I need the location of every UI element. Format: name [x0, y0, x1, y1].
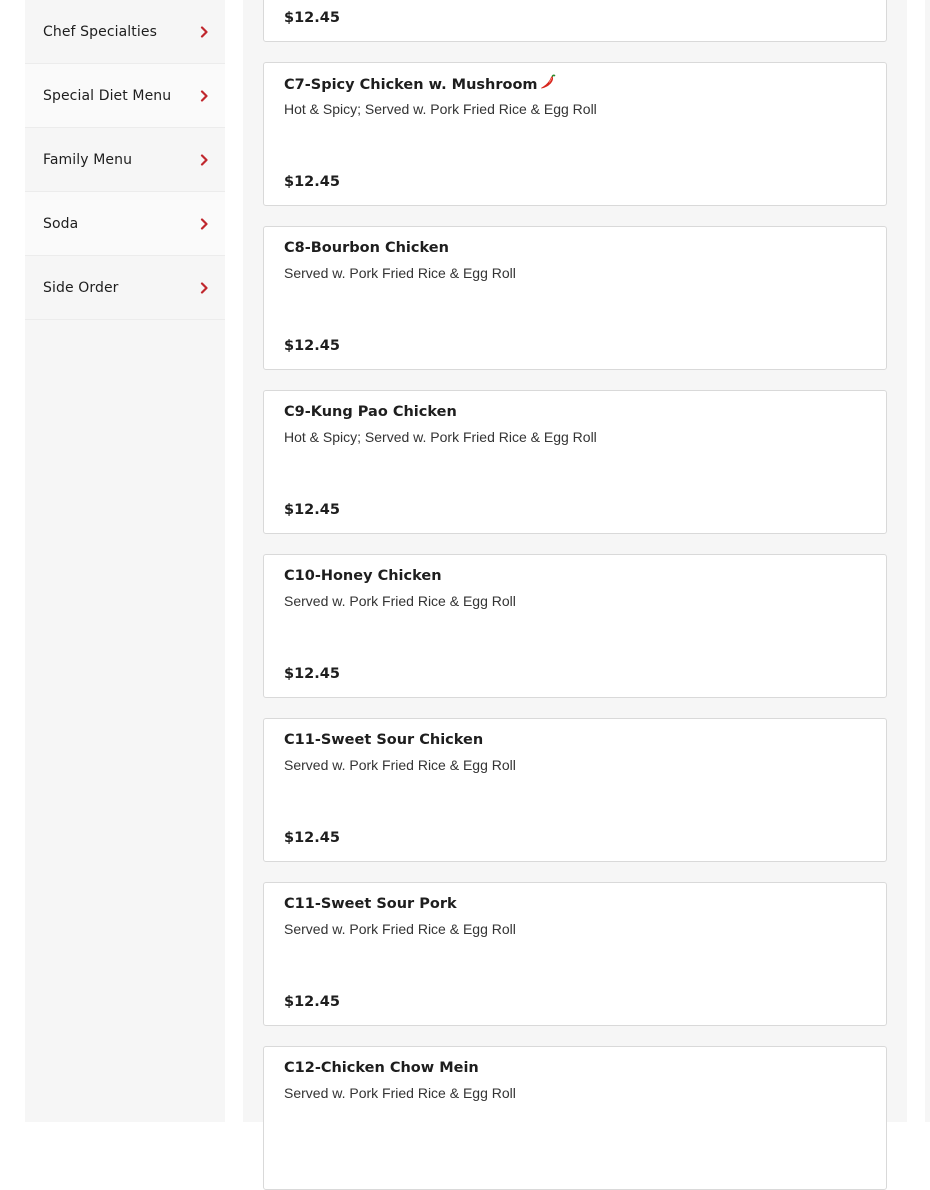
menu-item-name: C11-Sweet Sour Chicken: [284, 732, 484, 748]
menu-item-name: C8-Bourbon Chicken: [284, 240, 449, 256]
menu-item-card-partial[interactable]: $12.45: [263, 0, 887, 42]
menu-item-description: Served w. Pork Fried Rice & Egg Roll: [284, 1085, 516, 1101]
menu-item-description: Served w. Pork Fried Rice & Egg Roll: [284, 593, 516, 609]
chevron-right-icon: [197, 281, 211, 295]
menu-item-price: $12.45: [284, 994, 340, 1010]
sidebar-item-soda[interactable]: Soda: [25, 192, 225, 256]
menu-item-name: C7-Spicy Chicken w. Mushroom: [284, 77, 538, 93]
menu-item-card[interactable]: C8-Bourbon Chicken Served w. Pork Fried …: [263, 226, 887, 370]
chili-pepper-icon: [539, 73, 557, 91]
menu-item-price: $12.45: [284, 502, 340, 518]
menu-item-price: $12.45: [284, 10, 340, 26]
sidebar-item-chef-specialties[interactable]: Chef Specialties: [25, 0, 225, 64]
menu-item-card[interactable]: C11-Sweet Sour Chicken Served w. Pork Fr…: [263, 718, 887, 862]
menu-item-description: Hot & Spicy; Served w. Pork Fried Rice &…: [284, 429, 597, 445]
menu-item-price: $12.45: [284, 830, 340, 846]
menu-item-description: Served w. Pork Fried Rice & Egg Roll: [284, 921, 516, 937]
sidebar-item-family-menu[interactable]: Family Menu: [25, 128, 225, 192]
sidebar-item-label: Soda: [43, 215, 79, 232]
chevron-right-icon: [197, 89, 211, 103]
chevron-right-icon: [197, 153, 211, 167]
menu-item-name: C10-Honey Chicken: [284, 568, 442, 584]
menu-item-card[interactable]: C9-Kung Pao Chicken Hot & Spicy; Served …: [263, 390, 887, 534]
menu-item-description: Served w. Pork Fried Rice & Egg Roll: [284, 265, 516, 281]
menu-item-price: $12.45: [284, 338, 340, 354]
menu-item-name: C9-Kung Pao Chicken: [284, 404, 457, 420]
menu-item-price: $12.45: [284, 666, 340, 682]
menu-item-card[interactable]: C12-Chicken Chow Mein Served w. Pork Fri…: [263, 1046, 887, 1190]
chevron-right-icon: [197, 217, 211, 231]
menu-item-card[interactable]: C11-Sweet Sour Pork Served w. Pork Fried…: [263, 882, 887, 1026]
sidebar-item-side-order[interactable]: Side Order: [25, 256, 225, 320]
sidebar-item-special-diet-menu[interactable]: Special Diet Menu: [25, 64, 225, 128]
menu-item-card[interactable]: C7-Spicy Chicken w. Mushroom Hot & Spicy…: [263, 62, 887, 206]
menu-item-name: C12-Chicken Chow Mein: [284, 1060, 479, 1076]
menu-item-card[interactable]: C10-Honey Chicken Served w. Pork Fried R…: [263, 554, 887, 698]
right-panel-edge: [925, 0, 930, 1122]
sidebar-item-label: Special Diet Menu: [43, 87, 172, 104]
menu-item-description: Hot & Spicy; Served w. Pork Fried Rice &…: [284, 101, 597, 117]
chevron-right-icon: [197, 25, 211, 39]
menu-item-list: $12.45 C7-Spicy Chicken w. Mushroom Hot …: [243, 0, 907, 1190]
sidebar-item-label: Family Menu: [43, 151, 133, 168]
sidebar-item-label: Chef Specialties: [43, 23, 157, 40]
menu-item-name: C11-Sweet Sour Pork: [284, 896, 457, 912]
menu-item-price: $12.45: [284, 174, 340, 190]
menu-item-description: Served w. Pork Fried Rice & Egg Roll: [284, 757, 516, 773]
sidebar-item-label: Side Order: [43, 279, 119, 296]
category-sidebar: Chef Specialties Special Diet Menu Famil…: [25, 0, 225, 1122]
